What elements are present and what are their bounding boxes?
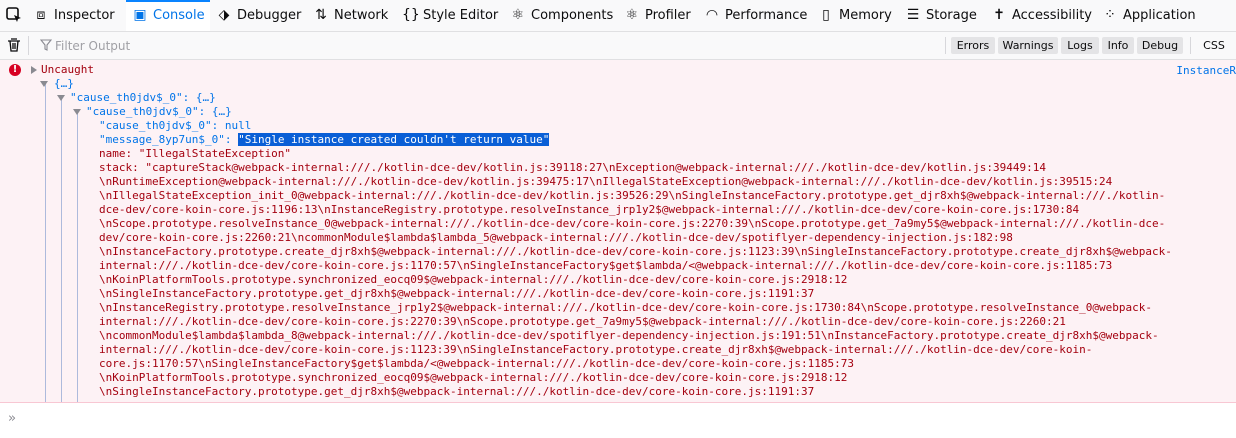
console-prompt: » <box>0 403 1236 438</box>
style-editor-icon: {} <box>402 7 420 23</box>
stack-line: internal:///./kotlin-dce-dev/core-koin-c… <box>99 343 1093 356</box>
collapse-arrow-icon[interactable] <box>73 109 81 115</box>
tab-debugger[interactable]: ⬗ Debugger <box>216 0 302 31</box>
stack-line: \nSingleInstanceFactory.prototype.get_dj… <box>99 385 815 398</box>
tab-network[interactable]: ⇅ Network <box>313 0 388 31</box>
stack-line: \nKoinPlatformTools.prototype.synchroniz… <box>99 273 848 286</box>
tab-performance[interactable]: ◠ Performance <box>704 0 808 31</box>
stack-line: \nInstanceRegistry.prototype.resolveInst… <box>99 301 1152 314</box>
memory-icon: ▯ <box>822 7 830 23</box>
devtools-toolbar: ⧈ Inspector ▣ Console ⬗ Debugger ⇅ Network {… <box>0 0 1236 32</box>
tab-style-editor[interactable]: {} Style Editor <box>402 0 498 31</box>
accessibility-icon: ✝ <box>993 7 1005 23</box>
network-icon: ⇅ <box>315 7 327 23</box>
filter-icon <box>40 39 52 51</box>
prompt-chevron-icon: » <box>8 411 16 426</box>
stack-line: \nScope.prototype.resolveInstance_0@webp… <box>99 217 1166 230</box>
filter-info-button[interactable]: Info <box>1102 37 1134 54</box>
inspector-icon: ⧈ <box>36 7 46 23</box>
tab-console[interactable]: ▣ Console <box>126 0 210 31</box>
stack-line: \nSingleInstanceFactory.prototype.get_dj… <box>99 287 815 300</box>
stack-line: \nInstanceFactory.prototype.create_djr8x… <box>99 245 1172 258</box>
tab-storage[interactable]: ☰ Storage <box>905 0 977 31</box>
stack-line: \nKoinPlatformTools.prototype.synchroniz… <box>99 371 848 384</box>
tab-inspector[interactable]: ⧈ Inspector <box>33 0 115 31</box>
source-link[interactable]: InstanceR <box>1176 64 1236 77</box>
filter-debug-button[interactable]: Debug <box>1137 37 1183 54</box>
filter-warnings-button[interactable]: Warnings <box>998 37 1058 54</box>
storage-icon: ☰ <box>906 7 920 23</box>
tab-accessibility[interactable]: ✝ Accessibility <box>991 0 1092 31</box>
performance-icon: ◠ <box>705 7 719 23</box>
tree-guide <box>61 98 62 402</box>
filter-logs-button[interactable]: Logs <box>1061 37 1099 54</box>
stack-line: internal:///./kotlin-dce-dev/core-koin-c… <box>99 315 1066 328</box>
element-picker-icon[interactable] <box>5 6 23 24</box>
collapse-arrow-icon[interactable] <box>40 81 48 87</box>
message-value-selected[interactable]: "Single instance created couldn't return… <box>238 133 550 146</box>
stack-line: core.js:1170:57\nSingleInstanceFactory$g… <box>99 357 854 370</box>
tree-guide <box>45 84 46 402</box>
collapse-arrow-icon[interactable] <box>57 95 65 101</box>
application-icon: ⁘ <box>1104 7 1116 23</box>
filter-buttons-separator <box>945 37 946 54</box>
tab-application[interactable]: ⁘ Application <box>1102 0 1196 31</box>
profiler-icon: ⚛ <box>625 7 639 23</box>
stack-line: dev/core-koin-core.js:2260:21\ncommonMod… <box>99 231 1013 244</box>
stack-line: \ncommonModule$lambda$lambda_8@webpack-i… <box>99 329 1159 342</box>
name-property: name: "IllegalStateException" <box>99 147 292 160</box>
error-icon: ! <box>9 64 21 76</box>
trash-icon[interactable] <box>6 37 22 53</box>
filter-css-button[interactable]: CSS <box>1196 37 1232 54</box>
debugger-icon: ⬗ <box>218 7 230 23</box>
tab-components[interactable]: ⚛ Components <box>510 0 614 31</box>
cause-node[interactable]: "cause_th0jdv$_0": {…} <box>70 91 216 105</box>
console-input[interactable] <box>26 409 1220 431</box>
message-property: "message_8yp7un$_0": "Single instance cr… <box>99 133 550 147</box>
filter-output-input[interactable] <box>55 36 655 55</box>
tab-memory[interactable]: ▯ Memory <box>818 0 892 31</box>
uncaught-label[interactable]: Uncaught <box>41 63 94 77</box>
tab-profiler[interactable]: ⚛ Profiler <box>624 0 691 31</box>
cause-node[interactable]: "cause_th0jdv$_0": {…} <box>86 105 232 119</box>
expand-arrow-icon[interactable] <box>31 66 37 74</box>
cause-null-property: "cause_th0jdv$_0": null <box>99 119 252 132</box>
stack-line: stack: "captureStack@webpack-internal://… <box>99 161 1047 174</box>
stack-line: internal:///./kotlin-dce-dev/core-koin-c… <box>99 259 1113 272</box>
object-node[interactable]: {…} <box>54 77 74 91</box>
console-icon: ▣ <box>133 7 147 23</box>
tree-guide <box>77 112 78 402</box>
filter-separator <box>28 36 29 55</box>
stack-line: \nRuntimeException@webpack-internal:///.… <box>99 175 1113 188</box>
stack-line: \nIllegalStateException_init_0@webpack-i… <box>99 189 1166 202</box>
message-key: "message_8yp7un$_0": <box>99 133 239 146</box>
console-output: ! Uncaught InstanceR {…} "cause_th0jdv$_… <box>0 60 1236 403</box>
filter-errors-button[interactable]: Errors <box>951 37 995 54</box>
filter-bar: Errors Warnings Logs Info Debug CSS <box>0 32 1236 60</box>
components-icon: ⚛ <box>511 7 525 23</box>
stack-line: dce-dev/core-koin-core.js:1196:13\nInsta… <box>99 203 1080 216</box>
css-separator <box>1190 37 1191 54</box>
